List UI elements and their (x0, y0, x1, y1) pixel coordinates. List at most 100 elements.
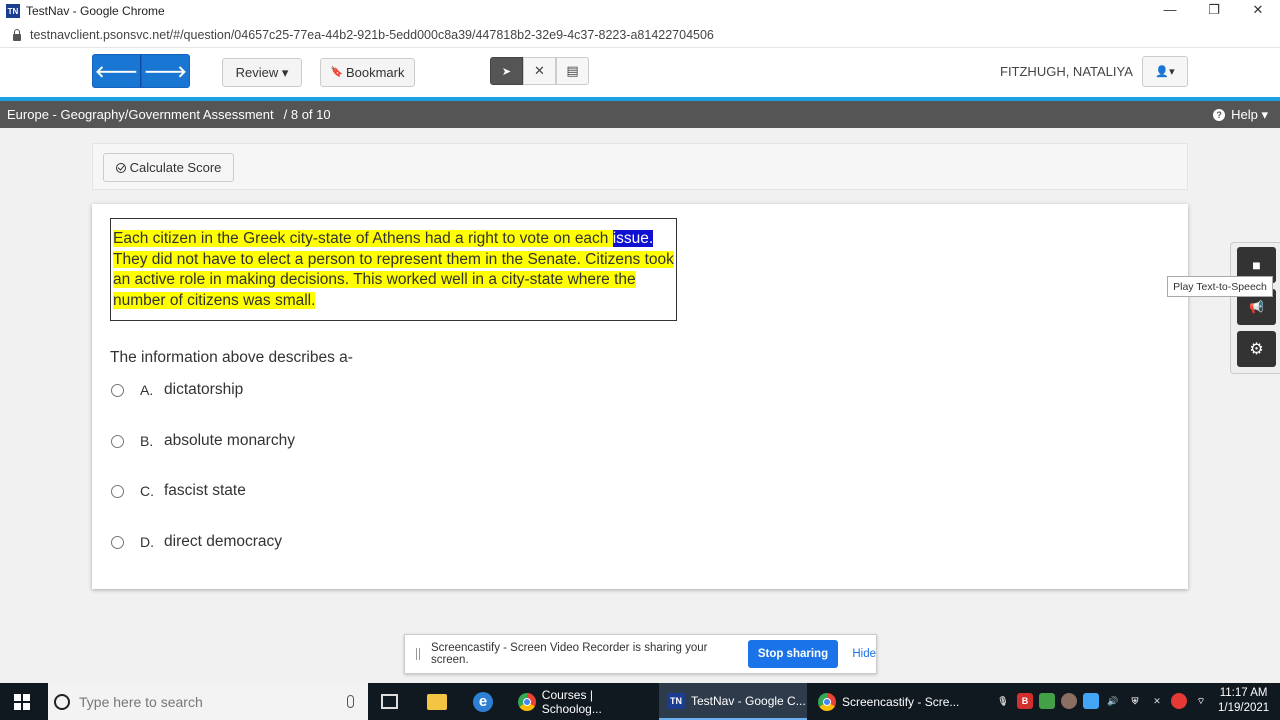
sharing-message: Screencastify - Screen Video Recorder is… (430, 642, 708, 666)
option-text: absolute monarchy (164, 432, 295, 449)
chrome-icon (818, 692, 836, 711)
pointer-tool-button[interactable]: ➤ (490, 57, 523, 85)
help-icon: ? (1213, 109, 1226, 121)
answer-tools: ➤ ✕ ▤ (490, 57, 589, 85)
assessment-title: Europe - Geography/Government Assessment (7, 107, 274, 122)
option-text: dictatorship (164, 381, 244, 398)
assessment-header: Europe - Geography/Government Assessment… (0, 101, 1280, 128)
app-toolbar: 🡐 🡒 Review ▾ 🔖 Bookmark ➤ ✕ ▤ FITZHUGH, … (0, 48, 1280, 97)
windows-start-icon[interactable] (14, 694, 30, 710)
user-menu-button[interactable]: 👤▾ (1142, 56, 1188, 87)
passage-text-highlighted: Each citizen in the Greek city-state of … (113, 230, 613, 247)
answer-eliminator-button[interactable]: ✕ (523, 57, 556, 85)
stop-sharing-button[interactable]: Stop sharing (747, 640, 839, 668)
windows-taskbar: Type here to search e Courses | Schoolog… (0, 683, 1280, 720)
app-tray-icon[interactable] (1039, 693, 1055, 709)
navigation-buttons: 🡐 🡒 (92, 54, 190, 88)
answer-option-c[interactable]: C. fascist state (111, 480, 246, 502)
stop-sharing-label: Stop sharing (757, 648, 829, 660)
question-count: / 8 of 10 (283, 107, 331, 122)
url-text[interactable]: testnavclient.psonsvc.net/#/question/046… (30, 28, 714, 42)
taskbar-app-label: TestNav - Google C... (691, 693, 806, 708)
close-button[interactable]: ✕ (1236, 0, 1280, 22)
check-circle-icon (115, 162, 126, 173)
app-tray-icon[interactable] (1171, 693, 1187, 709)
mic-tray-icon[interactable]: 🎙 (995, 693, 1011, 709)
arrow-left-icon: 🡐 (95, 63, 138, 81)
score-panel: Calculate Score (92, 143, 1188, 190)
hide-link[interactable]: Hide (852, 648, 876, 660)
clock-date: 1/19/2021 (1218, 702, 1270, 714)
search-placeholder: Type here to search (79, 693, 203, 710)
gear-icon: ⚙ (1249, 341, 1264, 358)
notepad-button[interactable]: ▤ (556, 57, 589, 85)
pointer-icon: ➤ (501, 65, 512, 78)
radio-button[interactable] (111, 434, 124, 448)
edge-icon[interactable]: e (473, 692, 493, 712)
minimize-button[interactable]: — (1148, 0, 1192, 22)
app-tray-icon[interactable] (1061, 693, 1077, 709)
cortana-icon (54, 693, 70, 710)
network-icon[interactable]: ✕ (1149, 693, 1165, 709)
reading-passage[interactable]: Each citizen in the Greek city-state of … (110, 218, 677, 321)
review-button[interactable]: Review ▾ (222, 58, 302, 87)
previous-question-button[interactable]: 🡐 (92, 54, 141, 88)
wifi-icon[interactable]: ⌔ (1193, 693, 1209, 709)
radio-button[interactable] (111, 535, 124, 549)
notepad-icon: ▤ (566, 63, 579, 78)
option-letter: B. (140, 433, 154, 449)
security-icon[interactable]: ⛨ (1127, 693, 1143, 709)
clock-time: 11:17 AM (1219, 687, 1268, 699)
eliminator-icon: ✕ (534, 63, 545, 78)
system-clock[interactable]: 11:17 AM 1/19/2021 (1218, 686, 1269, 716)
play-icon: ■ (1252, 257, 1261, 273)
window-title: TestNav - Google Chrome (26, 4, 165, 18)
taskbar-app-testnav[interactable]: TN TestNav - Google C... (659, 683, 807, 720)
chrome-icon (518, 692, 536, 711)
answer-option-b[interactable]: B. absolute monarchy (111, 430, 295, 452)
address-bar[interactable]: testnavclient.psonsvc.net/#/question/046… (0, 22, 1280, 48)
testnav-logo-icon: TN (6, 4, 20, 18)
answer-option-d[interactable]: D. direct democracy (111, 531, 282, 553)
bitdefender-icon[interactable]: B (1017, 693, 1033, 709)
bookmark-button[interactable]: 🔖 Bookmark (320, 58, 415, 87)
side-toolbar: ■ 📢 ⚙ (1230, 242, 1280, 374)
microphone-icon[interactable] (347, 695, 354, 708)
tts-tooltip: Play Text-to-Speech (1167, 276, 1273, 297)
option-text: direct democracy (164, 533, 283, 550)
speaker-icon[interactable]: 🔊 (1105, 693, 1121, 709)
review-label: Review ▾ (235, 64, 289, 80)
window-controls: — ❐ ✕ (1148, 0, 1280, 22)
restore-button[interactable]: ❐ (1192, 0, 1236, 22)
testnav-icon: TN (667, 692, 685, 709)
megaphone-icon: 📢 (1249, 300, 1264, 314)
app-tray-icon[interactable] (1083, 693, 1099, 709)
settings-button[interactable]: ⚙ (1237, 331, 1276, 367)
passage-text-selected: issue. (612, 230, 654, 247)
taskbar-app-label: Screencastify - Scre... (842, 694, 960, 709)
arrow-right-icon: 🡒 (144, 63, 187, 81)
taskbar-app-label: Courses | Schoolog... (541, 687, 602, 716)
lock-icon (12, 28, 22, 41)
radio-button[interactable] (111, 484, 124, 498)
user-icon: 👤▾ (1155, 66, 1175, 78)
bookmark-icon: 🔖 (330, 67, 343, 78)
task-view-icon[interactable] (381, 694, 398, 709)
student-name: FITZHUGH, NATALIYA (1000, 64, 1133, 79)
question-stem: The information above describes a- (110, 349, 353, 366)
option-letter: C. (140, 483, 154, 499)
taskbar-app-schoology[interactable]: Courses | Schoolog... (510, 683, 655, 720)
option-letter: D. (140, 534, 154, 550)
radio-button[interactable] (111, 383, 124, 397)
option-text: fascist state (164, 482, 246, 499)
calculate-score-button[interactable]: Calculate Score (103, 153, 234, 182)
answer-option-a[interactable]: A. dictatorship (111, 379, 243, 401)
bookmark-label: Bookmark (345, 65, 405, 80)
taskbar-search[interactable]: Type here to search (48, 683, 368, 720)
help-menu[interactable]: ? Help ▾ (1213, 107, 1268, 123)
next-question-button[interactable]: 🡒 (141, 54, 190, 88)
drag-handle-icon[interactable] (416, 648, 420, 660)
help-label: Help ▾ (1231, 107, 1268, 122)
taskbar-app-screencastify[interactable]: Screencastify - Scre... (810, 683, 960, 720)
file-explorer-icon[interactable] (427, 694, 447, 710)
